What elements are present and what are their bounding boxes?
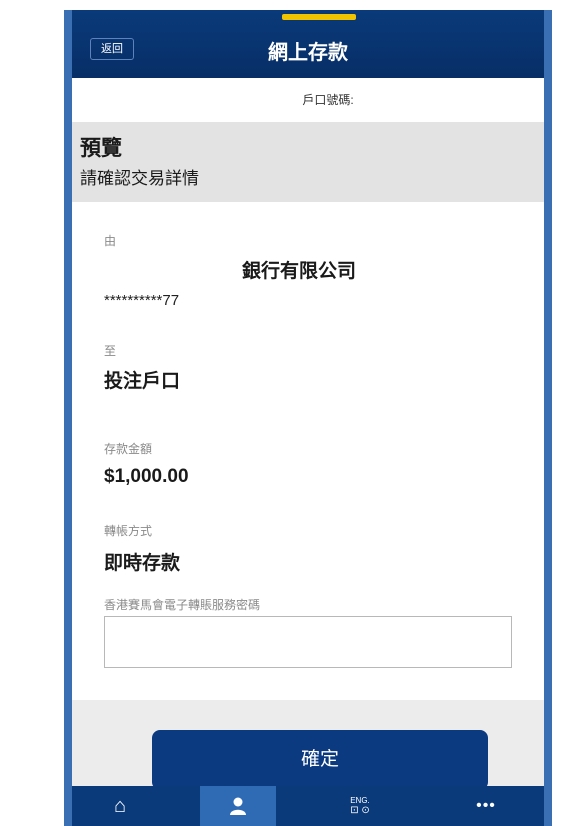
language-toggle-glyph: ⊡ ⊙	[350, 804, 370, 816]
preview-title: 預覽	[80, 137, 122, 160]
bottom-tab-bar: ⌂ ENG. ⊡ ⊙ •••	[72, 786, 544, 826]
password-label: 香港賽馬會電子轉賬服務密碼	[104, 598, 261, 612]
to-label: 至	[104, 344, 117, 358]
status-accent	[282, 14, 356, 20]
app-screen: 返回 網上存款 戶口號碼: 預覽 請確認交易詳情 由 銀行有限公司 ******…	[72, 10, 544, 826]
more-icon: •••	[476, 797, 496, 814]
amount-value: $1,000.00	[104, 466, 189, 487]
header-bar: 返回 網上存款	[72, 10, 544, 78]
tab-account[interactable]	[200, 786, 276, 826]
language-icon: ENG.	[350, 795, 370, 805]
bank-name: 銀行有限公司	[242, 261, 357, 282]
phone-frame: 返回 網上存款 戶口號碼: 預覽 請確認交易詳情 由 銀行有限公司 ******…	[64, 10, 552, 826]
to-account-value: 投注戶口	[104, 371, 181, 392]
method-value: 即時存款	[104, 553, 181, 574]
password-input[interactable]	[104, 616, 512, 668]
confirm-button[interactable]: 確定	[152, 730, 488, 790]
page-title: 網上存款	[268, 42, 348, 64]
home-icon: ⌂	[113, 795, 127, 817]
user-icon	[230, 797, 246, 815]
tab-more[interactable]: •••	[448, 786, 524, 826]
amount-label: 存款金額	[104, 442, 153, 456]
preview-subtitle: 請確認交易詳情	[80, 169, 199, 188]
tab-home[interactable]: ⌂	[82, 786, 158, 826]
account-number-row: 戶口號碼:	[72, 78, 544, 122]
account-number-label: 戶口號碼:	[302, 93, 354, 107]
preview-band: 預覽 請確認交易詳情	[72, 122, 544, 202]
tab-language[interactable]: ENG. ⊡ ⊙	[322, 786, 398, 826]
masked-account-number: **********77	[104, 292, 180, 309]
from-label: 由	[104, 234, 117, 248]
method-label: 轉帳方式	[104, 524, 153, 538]
